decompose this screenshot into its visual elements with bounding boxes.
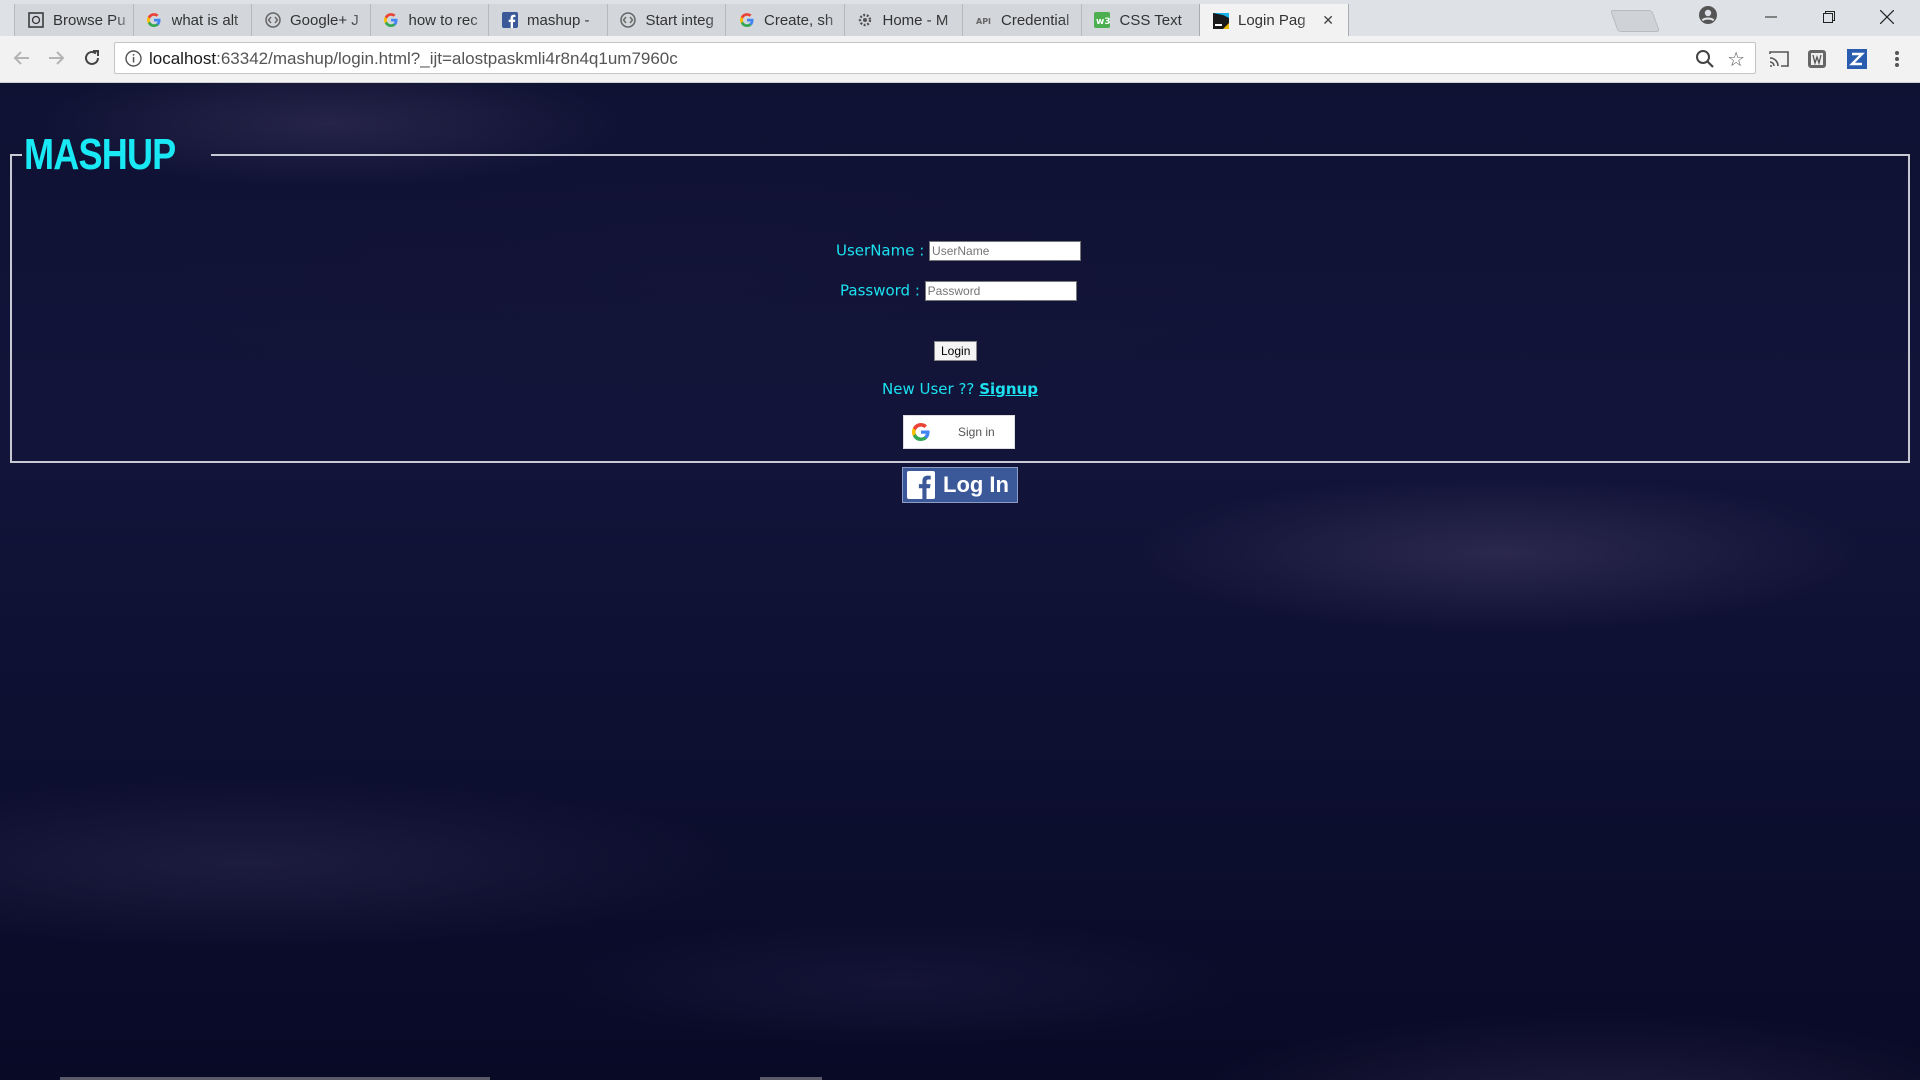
tab-title: what is alt (171, 11, 239, 29)
mashup-logo: MASHUP (24, 130, 176, 179)
tab-title: how to rec (408, 11, 478, 29)
google-signin-label: Sign in (958, 425, 995, 439)
cast-icon[interactable] (1768, 48, 1790, 70)
tab-title: Start integ (645, 11, 714, 29)
google-dev-icon (620, 12, 637, 29)
google-signin-button[interactable]: Sign in (903, 415, 1015, 449)
api-icon: API (975, 12, 992, 29)
logo-legend: MASHUP (22, 133, 211, 177)
gear-icon (857, 12, 874, 29)
facebook-logo-icon (907, 471, 935, 499)
info-icon[interactable] (125, 50, 142, 67)
close-window-icon[interactable] (1858, 0, 1916, 34)
browser-tab[interactable]: Login Pag ✕ (1199, 4, 1349, 37)
google-dev-icon (264, 12, 281, 29)
password-label: Password : (840, 281, 920, 300)
forward-icon[interactable] (44, 46, 68, 70)
new-tab-button[interactable] (1609, 10, 1661, 32)
google-icon (146, 12, 163, 29)
close-tab-icon[interactable]: ✕ (1322, 12, 1334, 29)
password-row: Password : (840, 281, 1077, 301)
tab-title: mashup - (527, 11, 590, 29)
username-label: UserName : (836, 241, 925, 260)
tab-title: Browse Pu (53, 11, 126, 29)
tab-title: Google+ J (290, 11, 359, 29)
webstorm-icon (1212, 12, 1229, 29)
globe-icon (27, 12, 44, 29)
svg-text:w3: w3 (1096, 17, 1110, 27)
google-icon (383, 12, 400, 29)
username-input[interactable] (929, 241, 1082, 261)
new-user-text: New User ?? (882, 380, 975, 398)
tab-title: Home - M (882, 11, 949, 29)
password-input[interactable] (924, 281, 1077, 301)
tab-title: Credential (1001, 11, 1070, 29)
back-icon[interactable] (10, 46, 34, 70)
bookmark-star-icon[interactable]: ☆ (1727, 47, 1745, 72)
address-bar[interactable]: localhost:63342/mashup/login.html?_ijt=a… (114, 42, 1756, 74)
login-button[interactable]: Login (934, 341, 978, 361)
tab-title: CSS Text (1119, 11, 1182, 29)
restore-icon[interactable] (1800, 0, 1858, 34)
tab-title: Login Pag (1238, 12, 1306, 29)
url-text: localhost:63342/mashup/login.html?_ijt=a… (149, 49, 678, 68)
minimize-icon[interactable] (1742, 0, 1800, 34)
facebook-icon (501, 12, 518, 29)
reload-icon[interactable] (80, 46, 104, 70)
username-row: UserName : (836, 241, 1082, 261)
signup-link[interactable]: Signup (979, 380, 1038, 398)
extension-icon[interactable] (1806, 48, 1828, 70)
zotero-icon[interactable] (1846, 48, 1868, 70)
google-icon (738, 12, 755, 29)
zoom-icon[interactable] (1695, 49, 1715, 69)
tab-title: Create, sh (764, 11, 834, 29)
google-logo-icon (912, 423, 930, 441)
svg-text:API: API (976, 17, 991, 26)
menu-dots-icon[interactable] (1886, 48, 1908, 70)
new-user-row: New User ?? Signup (0, 380, 1920, 398)
facebook-login-button[interactable]: Log In (902, 467, 1018, 503)
facebook-login-label: Log In (943, 472, 1009, 497)
profile-icon[interactable] (1698, 5, 1718, 25)
w3-icon: w3 (1094, 12, 1111, 29)
tab-strip: Browse Pu✕what is alt✕Google+ J✕how to r… (0, 0, 1920, 37)
page-background: MASHUP UserName : Password : Login New U… (0, 83, 1920, 1080)
browser-toolbar: localhost:63342/mashup/login.html?_ijt=a… (0, 36, 1920, 83)
